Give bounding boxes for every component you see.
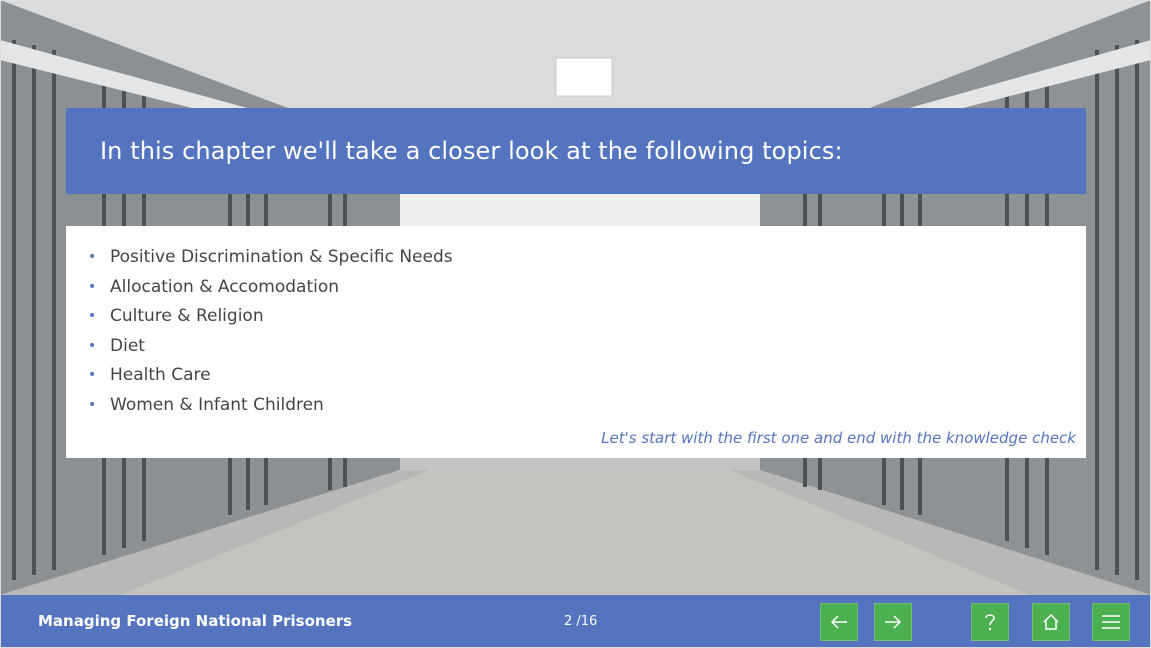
home-button[interactable] <box>1032 603 1070 641</box>
page-counter: 2 /16 <box>564 614 598 629</box>
slide-stage: In this chapter we'll take a closer look… <box>0 0 1151 648</box>
topic-item: • Allocation & Accomodation <box>88 273 453 303</box>
chapter-heading: In this chapter we'll take a closer look… <box>100 137 843 165</box>
question-mark-icon <box>985 614 995 631</box>
topic-item: • Positive Discrimination & Specific Need… <box>88 243 453 273</box>
topics-list: • Positive Discrimination & Specific Need… <box>88 243 453 420</box>
arrow-right-icon <box>885 615 902 629</box>
bullet-icon: • <box>88 367 97 383</box>
topic-item: • Diet <box>88 332 453 362</box>
bullet-icon: • <box>88 278 97 295</box>
chapter-heading-banner: In this chapter we'll take a closer look… <box>66 108 1086 194</box>
topic-item: • Culture & Religion <box>88 302 453 332</box>
bullet-icon: • <box>88 337 97 354</box>
topic-label: Allocation & Accomodation <box>110 276 340 297</box>
menu-button[interactable] <box>1092 603 1130 641</box>
back-button[interactable] <box>820 603 858 641</box>
bullet-icon: • <box>88 249 97 265</box>
arrow-left-icon <box>830 615 847 629</box>
next-button[interactable] <box>874 603 912 641</box>
topic-item: • Women & Infant Children <box>88 391 453 421</box>
bullet-icon: • <box>88 308 97 324</box>
knowledge-check-note: Let's start with the first one and end w… <box>601 429 1076 447</box>
bullet-icon: • <box>88 396 97 413</box>
course-title: Managing Foreign National Prisoners <box>38 612 353 630</box>
help-button[interactable] <box>971 603 1009 641</box>
topic-label: Health Care <box>110 365 211 385</box>
topic-label: Diet <box>110 335 145 356</box>
topic-label: Culture & Religion <box>110 306 264 326</box>
topic-label: Positive Discrimination & Specific Needs <box>110 247 453 267</box>
topics-panel: • Positive Discrimination & Specific Need… <box>66 226 1086 458</box>
topic-label: Women & Infant Children <box>110 394 324 415</box>
hamburger-menu-icon <box>1102 615 1120 629</box>
topic-item: • Health Care <box>88 361 453 391</box>
home-icon <box>1043 613 1059 630</box>
navigation-bar: Managing Foreign National Prisoners 2 /1… <box>0 595 1151 648</box>
